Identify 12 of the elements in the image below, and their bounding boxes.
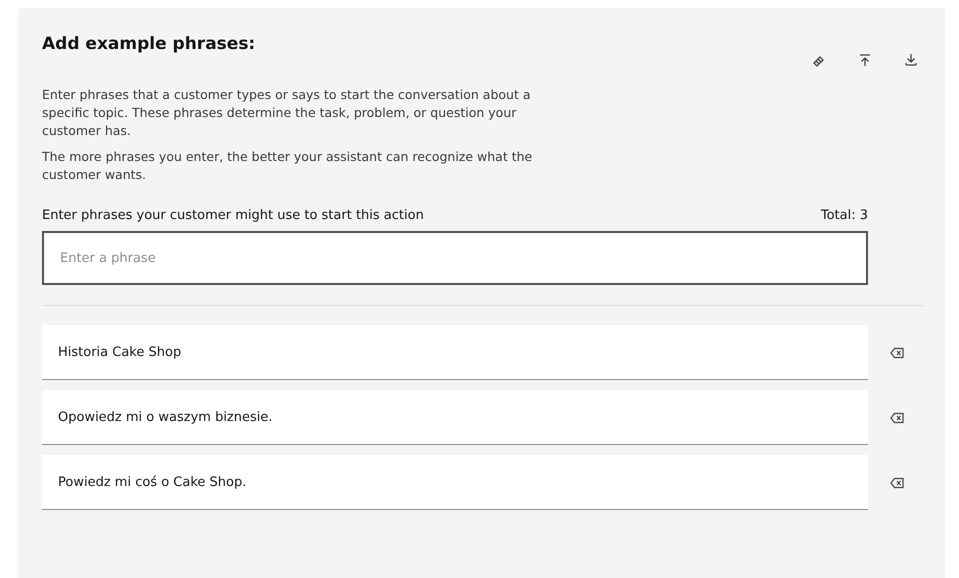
- phrase-item: Historia Cake Shop: [42, 325, 868, 380]
- delete-button[interactable]: [890, 412, 904, 424]
- delete-button[interactable]: [890, 476, 904, 488]
- phrase-item: Opowiedz mi o waszym biznesie.: [42, 390, 868, 445]
- description-text: The more phrases you enter, the better your assistant can recognize what the customer wants.: [42, 148, 534, 184]
- field-label: Enter phrases your customer might use to start this action: [42, 208, 424, 223]
- phrase-item: Powiedz mi coś o Cake Shop.: [42, 455, 868, 510]
- phrase-input-field[interactable]: Enter a phrase: [42, 231, 868, 285]
- delete-button[interactable]: [890, 346, 904, 358]
- total-count: Total: 3: [820, 208, 868, 223]
- section-title: Add example phrases:: [42, 34, 256, 54]
- description-text: Enter phrases that a customer types or says to start the conversation about a specific topic. These phrases determine the task, problem, or question your customer has.: [42, 86, 532, 140]
